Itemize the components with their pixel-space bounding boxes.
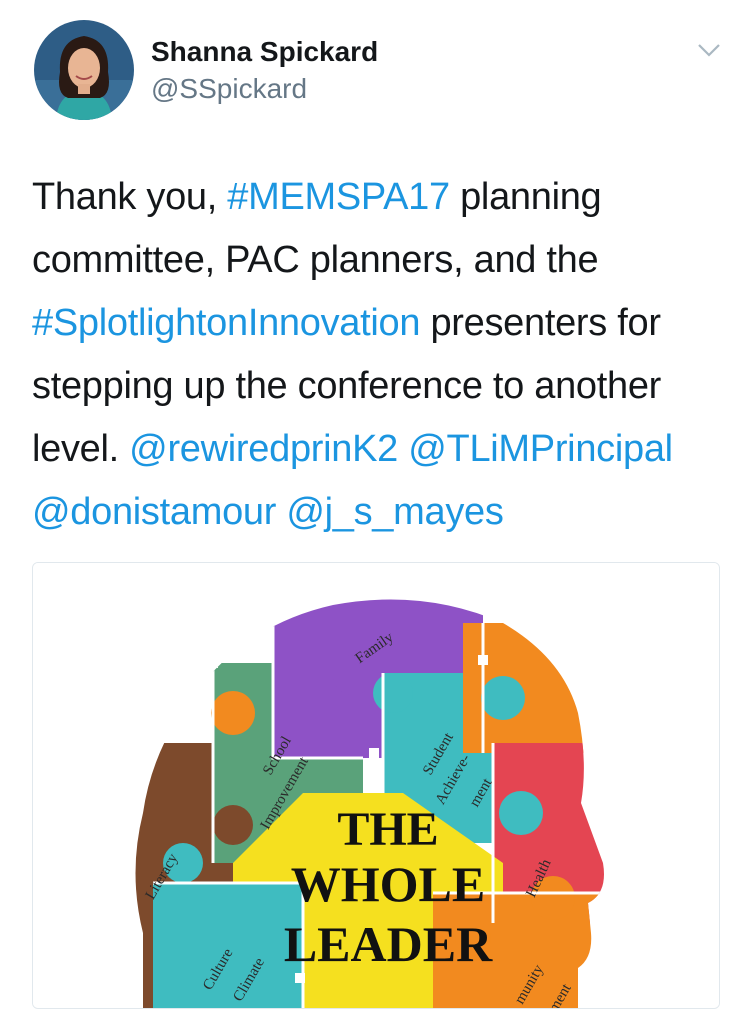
user-handle[interactable]: @SSpickard xyxy=(151,73,307,105)
tweet-text-segment: committee, PAC planners, and the xyxy=(32,239,599,281)
puzzle-knob xyxy=(213,805,253,845)
tweet-line-3: #SplotlightonInnovation presenters for xyxy=(32,292,732,355)
tweet-line-6: @donistamour @j_s_mayes xyxy=(32,481,732,544)
image-title-line-2: WHOLE xyxy=(291,856,485,912)
tweet-text-segment: Thank you, xyxy=(32,176,228,218)
image-title-line-1: THE xyxy=(337,803,438,856)
whole-leader-puzzle-image: Family School Improvement Student Achiev… xyxy=(33,563,719,1008)
avatar-image xyxy=(34,20,134,120)
tweet-text-segment: presenters for xyxy=(420,302,661,344)
puzzle-knob xyxy=(481,676,525,720)
puzzle-knob xyxy=(373,673,413,713)
hashtag-link[interactable]: #SplotlightonInnovation xyxy=(32,302,420,344)
mention-link[interactable]: @TLiMPrincipal xyxy=(408,428,673,470)
puzzle-knob xyxy=(499,791,543,835)
tweet-line-5: level. @rewiredprinK2 @TLiMPrincipal xyxy=(32,418,732,481)
puzzle-piece-culture xyxy=(153,883,303,1008)
puzzle-knob xyxy=(211,691,255,735)
tweet-line-1: Thank you, #MEMSPA17 planning xyxy=(32,166,732,229)
chevron-down-icon[interactable] xyxy=(696,40,722,60)
mention-link[interactable]: @j_s_mayes xyxy=(286,491,504,533)
seam-square xyxy=(478,655,488,665)
avatar[interactable] xyxy=(34,20,134,120)
mention-link[interactable]: @rewiredprinK2 xyxy=(129,428,398,470)
tweet-text-segment: level. xyxy=(32,428,130,470)
hashtag-link[interactable]: #MEMSPA17 xyxy=(227,176,450,218)
tweet-text-segment: stepping up the conference to another xyxy=(32,365,662,407)
user-name[interactable]: Shanna Spickard xyxy=(151,36,378,68)
tweet-line-4: stepping up the conference to another xyxy=(32,355,732,418)
seam-square xyxy=(369,748,379,758)
tweet-line-2: committee, PAC planners, and the xyxy=(32,229,732,292)
mention-link[interactable]: @donistamour xyxy=(32,491,276,533)
image-title-line-3: LEADER xyxy=(284,916,493,972)
seam-square xyxy=(295,973,305,983)
tweet-text: Thank you, #MEMSPA17 planning committee,… xyxy=(32,166,732,544)
tweet-text-segment: planning xyxy=(449,176,602,218)
tweet-media[interactable]: Family School Improvement Student Achiev… xyxy=(32,562,720,1009)
